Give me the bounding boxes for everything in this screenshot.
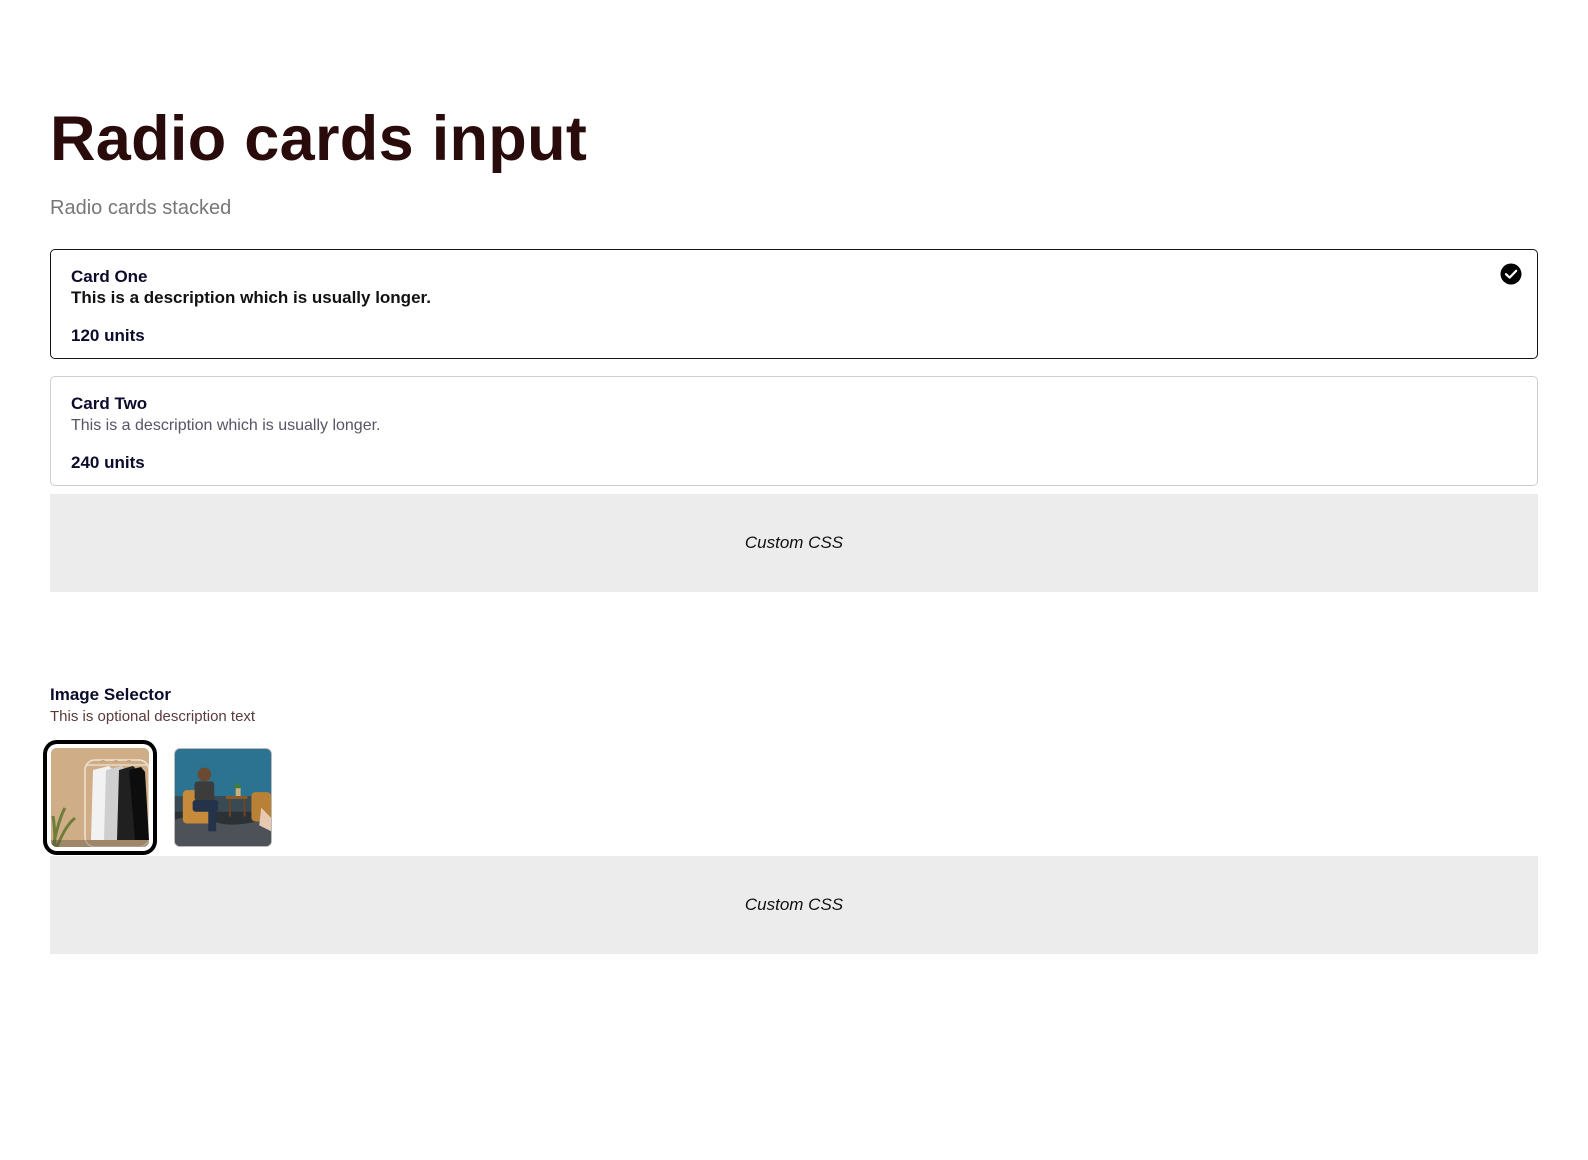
page-title: Radio cards input: [50, 104, 588, 174]
custom-css-panel: Custom CSS: [50, 856, 1538, 954]
page-subtitle: Radio cards stacked: [50, 197, 232, 219]
image-selector-description: This is optional description text: [50, 708, 256, 725]
card-title: Card One: [71, 267, 148, 286]
people-seated-image: [175, 749, 271, 846]
radio-card-one[interactable]: Card One This is a description which is …: [50, 249, 1538, 359]
check-circle-icon: [1500, 263, 1522, 285]
card-units: 240 units: [71, 453, 145, 472]
card-title: Card Two: [71, 394, 148, 413]
custom-css-panel: Custom CSS: [50, 494, 1538, 592]
radio-card-two[interactable]: Card Two This is a description which is …: [50, 376, 1538, 486]
image-option-clothes-rack[interactable]: [51, 748, 149, 847]
card-units: 120 units: [71, 326, 145, 345]
image-selector-label: Image Selector: [50, 685, 171, 704]
card-description: This is a description which is usually l…: [71, 288, 431, 307]
card-description: This is a description which is usually l…: [71, 417, 381, 434]
image-option-people-seated[interactable]: [174, 748, 272, 847]
clothes-rack-image: [51, 748, 149, 847]
